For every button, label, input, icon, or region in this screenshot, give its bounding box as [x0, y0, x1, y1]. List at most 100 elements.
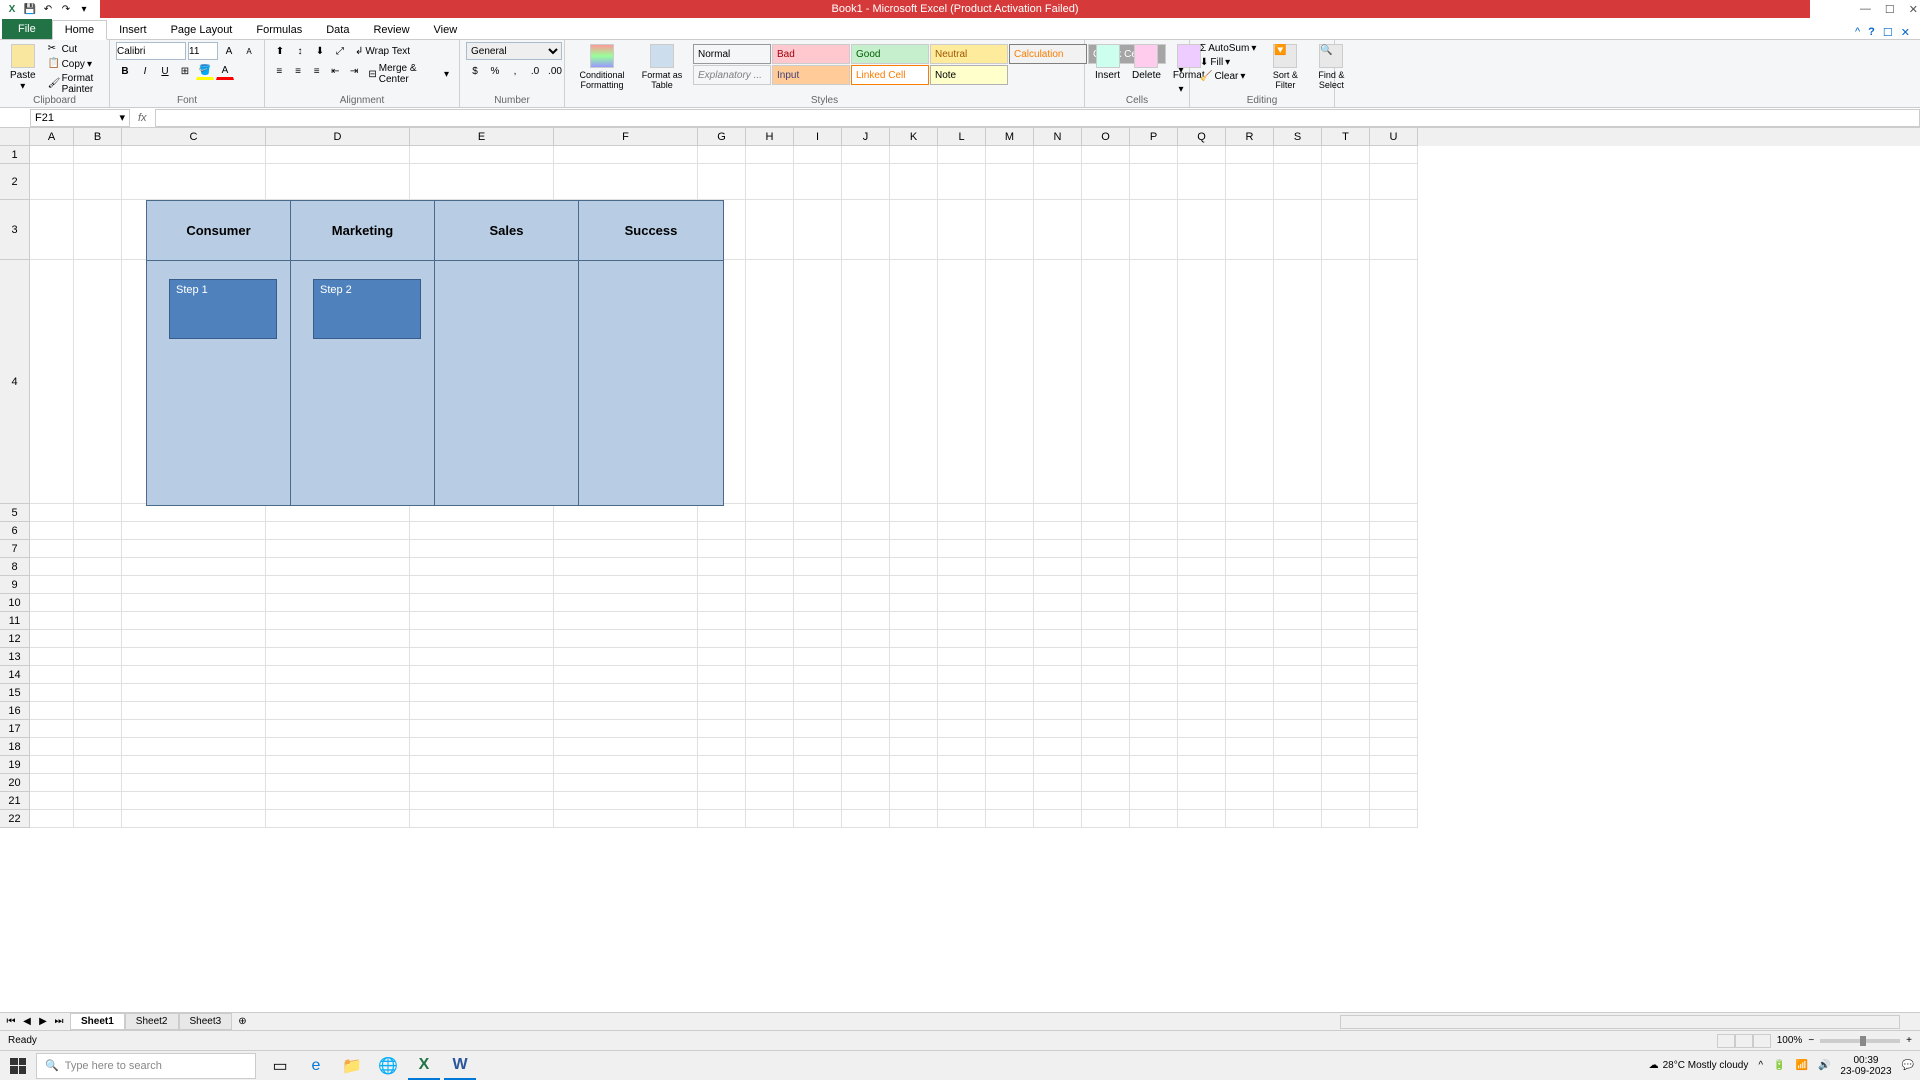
swimlane-lane-sales[interactable] — [435, 261, 579, 505]
row-header[interactable]: 13 — [0, 648, 30, 666]
style-normal[interactable]: Normal — [693, 44, 771, 64]
cell[interactable] — [1082, 756, 1130, 774]
cell[interactable] — [1370, 200, 1418, 260]
cell[interactable] — [1034, 720, 1082, 738]
column-header[interactable]: J — [842, 128, 890, 146]
cell[interactable] — [1274, 810, 1322, 828]
cell[interactable] — [986, 702, 1034, 720]
cell[interactable] — [1226, 522, 1274, 540]
cell[interactable] — [74, 260, 122, 504]
cell[interactable] — [554, 540, 698, 558]
cell[interactable] — [1034, 648, 1082, 666]
cell[interactable] — [698, 648, 746, 666]
format-as-table-button[interactable]: Format as Table — [637, 42, 687, 92]
style-explanatory[interactable]: Explanatory ... — [693, 65, 771, 85]
cell[interactable] — [842, 702, 890, 720]
cell[interactable] — [1370, 702, 1418, 720]
cell[interactable] — [698, 810, 746, 828]
cell[interactable] — [410, 576, 554, 594]
cell[interactable] — [1130, 648, 1178, 666]
cell[interactable] — [1370, 738, 1418, 756]
cell[interactable] — [890, 810, 938, 828]
style-linked-cell[interactable]: Linked Cell — [851, 65, 929, 85]
cell[interactable] — [890, 774, 938, 792]
cell[interactable] — [890, 558, 938, 576]
cell[interactable] — [1130, 504, 1178, 522]
cell[interactable] — [266, 810, 410, 828]
cell[interactable] — [938, 756, 986, 774]
cell[interactable] — [554, 164, 698, 200]
cell[interactable] — [122, 810, 266, 828]
cell[interactable] — [1370, 810, 1418, 828]
cell[interactable] — [746, 146, 794, 164]
fill-color-button[interactable]: 🪣 — [196, 62, 214, 80]
cell[interactable] — [30, 684, 74, 702]
cell[interactable] — [410, 594, 554, 612]
cell[interactable] — [1178, 540, 1226, 558]
cell[interactable] — [1370, 612, 1418, 630]
bold-button[interactable]: B — [116, 62, 134, 80]
cell[interactable] — [1130, 630, 1178, 648]
cell[interactable] — [890, 792, 938, 810]
swimlane-lane-marketing[interactable]: Step 2 — [291, 261, 435, 505]
cell[interactable] — [554, 648, 698, 666]
cell[interactable] — [1130, 558, 1178, 576]
cell[interactable] — [1274, 504, 1322, 522]
column-header[interactable]: D — [266, 128, 410, 146]
cell[interactable] — [554, 810, 698, 828]
ribbon-minimize-icon[interactable]: ^ — [1855, 26, 1860, 39]
cell[interactable] — [74, 648, 122, 666]
row-header[interactable]: 8 — [0, 558, 30, 576]
taskbar-search[interactable]: 🔍 Type here to search — [36, 1053, 256, 1079]
cell[interactable] — [122, 666, 266, 684]
cell[interactable] — [1130, 720, 1178, 738]
cell[interactable] — [266, 666, 410, 684]
clock-date[interactable]: 23-09-2023 — [1840, 1066, 1891, 1077]
cell[interactable] — [698, 522, 746, 540]
cell[interactable] — [122, 504, 266, 522]
cell[interactable] — [794, 666, 842, 684]
cell[interactable] — [74, 630, 122, 648]
cell[interactable] — [30, 612, 74, 630]
cell[interactable] — [1130, 612, 1178, 630]
cell[interactable] — [890, 684, 938, 702]
cell[interactable] — [1274, 738, 1322, 756]
cell[interactable] — [30, 576, 74, 594]
cell[interactable] — [938, 630, 986, 648]
cell[interactable] — [1178, 504, 1226, 522]
column-header[interactable]: N — [1034, 128, 1082, 146]
cell[interactable] — [1034, 810, 1082, 828]
cell[interactable] — [1082, 666, 1130, 684]
cell[interactable] — [1034, 738, 1082, 756]
cell[interactable] — [794, 810, 842, 828]
cell[interactable] — [266, 738, 410, 756]
ribbon-restore-icon[interactable]: ☐ — [1883, 26, 1893, 39]
cell[interactable] — [938, 774, 986, 792]
cell[interactable] — [74, 810, 122, 828]
cell[interactable] — [746, 576, 794, 594]
cell[interactable] — [1130, 260, 1178, 504]
cell[interactable] — [1370, 666, 1418, 684]
cell[interactable] — [554, 594, 698, 612]
cell[interactable] — [410, 684, 554, 702]
cell[interactable] — [1226, 756, 1274, 774]
cell[interactable] — [1274, 260, 1322, 504]
cell[interactable] — [1130, 164, 1178, 200]
cell[interactable] — [1322, 720, 1370, 738]
cell[interactable] — [410, 666, 554, 684]
row-header[interactable]: 7 — [0, 540, 30, 558]
cell[interactable] — [890, 756, 938, 774]
cell[interactable] — [410, 558, 554, 576]
cell[interactable] — [74, 792, 122, 810]
formula-input[interactable] — [155, 109, 1920, 127]
number-format-select[interactable]: General — [466, 42, 562, 60]
cell[interactable] — [1082, 200, 1130, 260]
cell[interactable] — [1178, 612, 1226, 630]
cell[interactable] — [698, 146, 746, 164]
sheet-nav-first-icon[interactable]: ⏮ — [4, 1016, 18, 1027]
cell[interactable] — [1322, 702, 1370, 720]
tab-file[interactable]: File — [2, 19, 52, 39]
cell[interactable] — [1226, 576, 1274, 594]
cell[interactable] — [266, 522, 410, 540]
cell[interactable] — [1034, 684, 1082, 702]
